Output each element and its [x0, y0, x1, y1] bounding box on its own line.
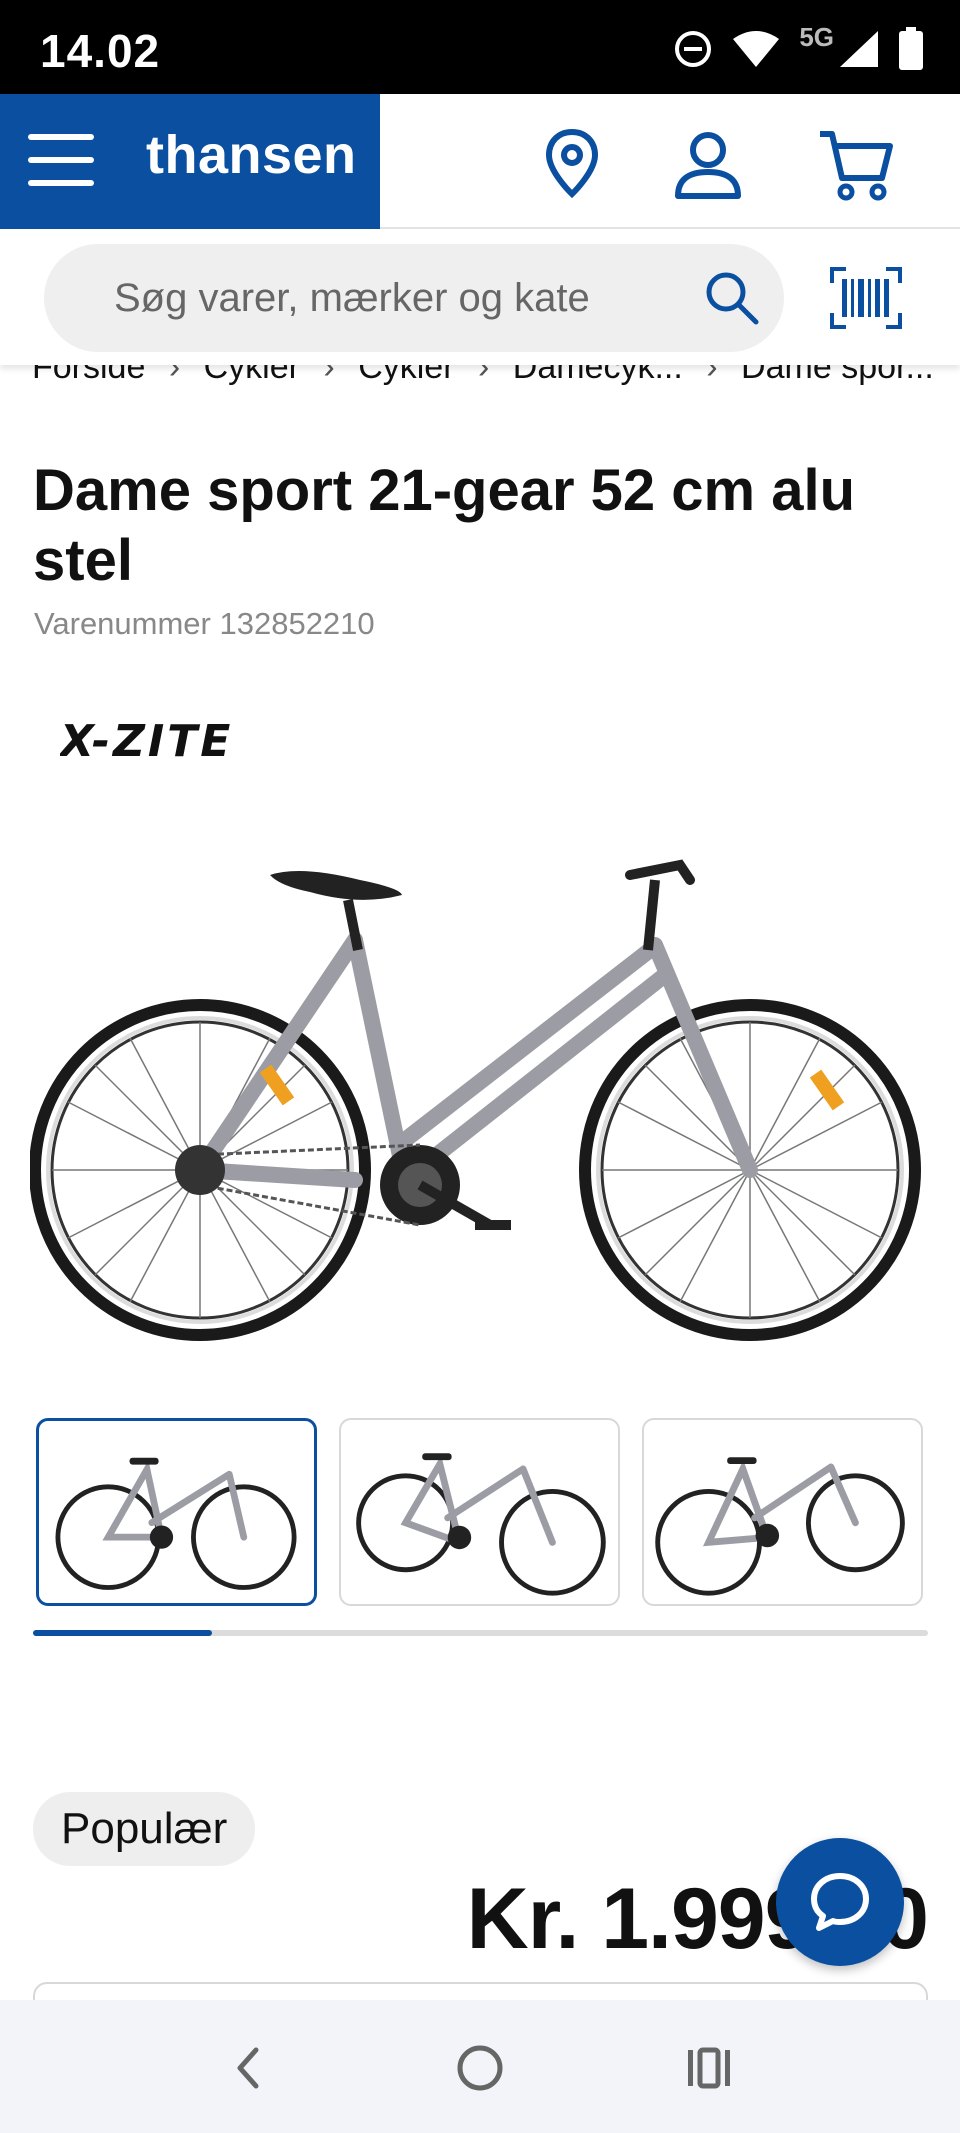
- battery-icon: [899, 27, 923, 70]
- thumbnail-2[interactable]: [339, 1418, 620, 1606]
- home-icon[interactable]: [450, 2038, 510, 2098]
- status-time: 14.02: [40, 25, 161, 77]
- recents-icon[interactable]: [680, 2038, 740, 2098]
- app-screen: 14.02 5G thansen Søg varer, mærker og ka…: [0, 0, 960, 2133]
- bike-illustration: [30, 859, 921, 1341]
- thumbnail-strip: [36, 1418, 924, 1606]
- brand-block: thansen: [0, 94, 380, 229]
- gallery-progress: [33, 1630, 928, 1636]
- thumbnail-1[interactable]: [36, 1418, 317, 1606]
- product-sku: Varenummer 132852210: [34, 606, 375, 641]
- chat-button[interactable]: [776, 1838, 904, 1966]
- search-icon[interactable]: [700, 266, 764, 330]
- network-type: 5G: [799, 21, 834, 52]
- back-icon[interactable]: [220, 2038, 280, 2098]
- search-box[interactable]: [44, 244, 784, 352]
- site-logo[interactable]: thansen: [146, 124, 357, 186]
- brand-logo-text: X-ZITE: [60, 716, 233, 767]
- brand-logo: X-ZITE: [60, 716, 233, 767]
- user-icon[interactable]: [668, 124, 748, 204]
- status-bar: 14.02 5G: [0, 0, 960, 94]
- thumbnail-image: [356, 1453, 606, 1596]
- cart-icon[interactable]: [816, 124, 896, 204]
- do-not-disturb-icon: [675, 31, 712, 67]
- status-icons: 5G: [673, 21, 924, 74]
- system-nav-bar: [0, 2000, 960, 2133]
- wifi-icon: [733, 31, 780, 67]
- search-bar: [0, 229, 960, 365]
- barcode-scan-icon[interactable]: [830, 267, 902, 329]
- product-image[interactable]: [30, 840, 930, 1360]
- thumbnail-3[interactable]: [642, 1418, 923, 1606]
- signal-icon: [840, 31, 878, 67]
- product-title: Dame sport 21-gear 52 cm alu stel: [33, 458, 856, 593]
- thumbnail-image: [55, 1457, 297, 1590]
- gallery-progress-fill: [33, 1630, 212, 1636]
- location-pin-icon[interactable]: [532, 124, 612, 204]
- search-input[interactable]: [114, 266, 654, 330]
- thumbnail-image: [655, 1457, 905, 1596]
- popular-badge: Populær: [33, 1792, 256, 1866]
- site-header: thansen: [0, 94, 960, 229]
- menu-icon[interactable]: [28, 134, 94, 186]
- chat-bubble-icon: [811, 1873, 869, 1931]
